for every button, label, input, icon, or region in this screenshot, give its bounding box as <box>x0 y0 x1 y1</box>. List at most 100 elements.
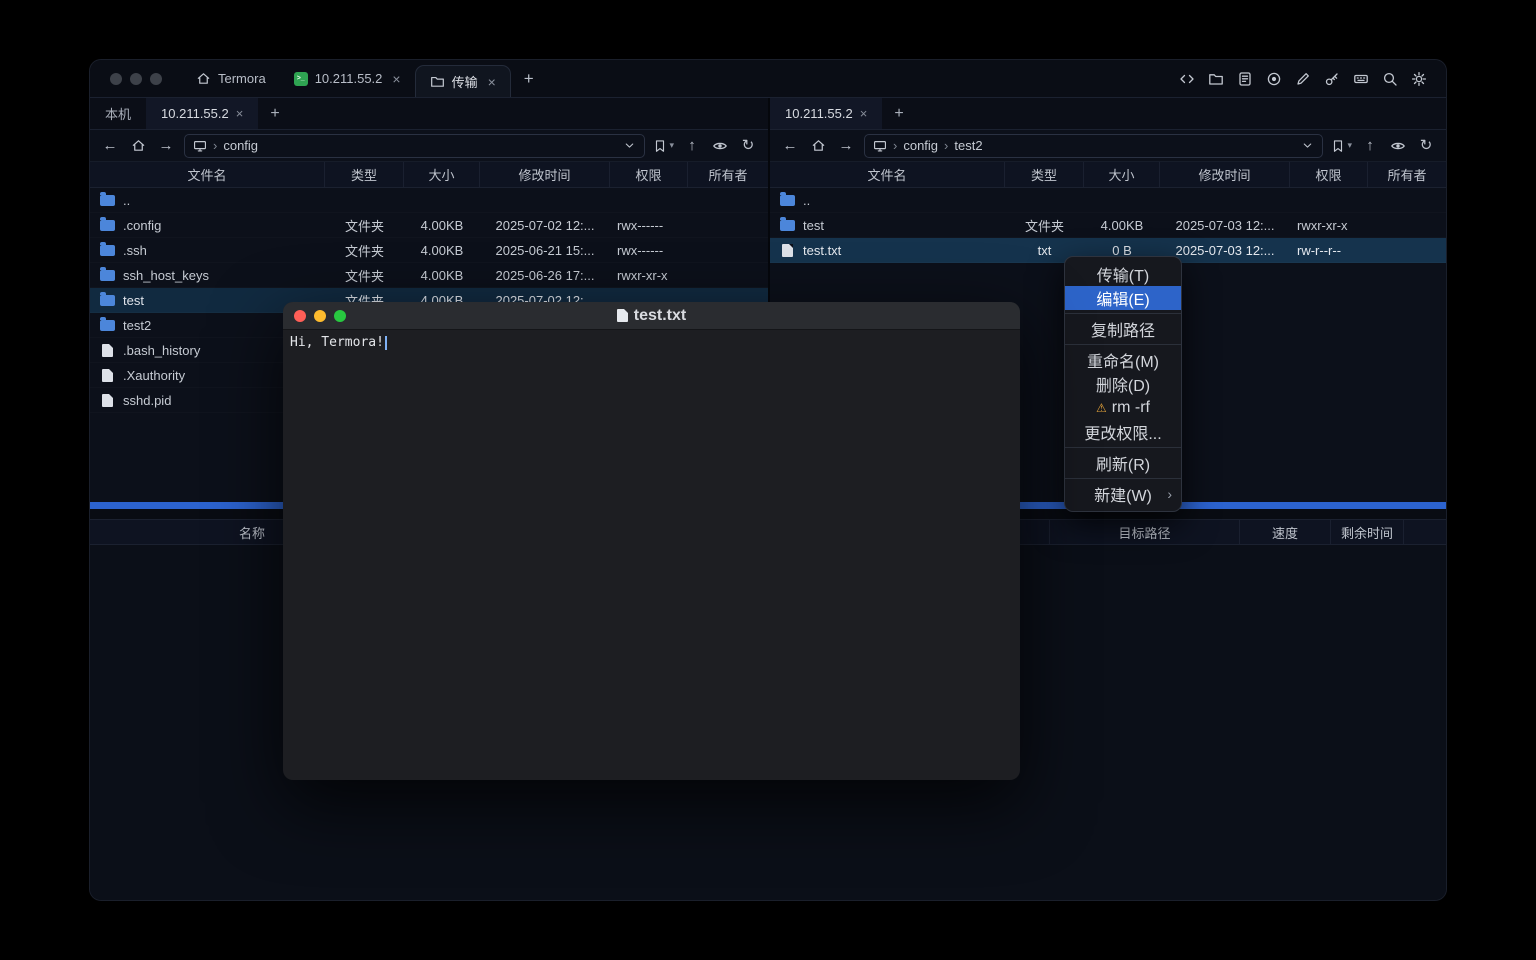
settings-icon[interactable] <box>1410 70 1428 88</box>
forward-icon[interactable]: → <box>156 135 176 157</box>
window-titlebar[interactable]: Termora 10.211.55.2 × 传输 × + <box>90 60 1446 98</box>
left-path-bar[interactable]: › config <box>184 134 645 158</box>
tab-transfer[interactable]: 传输 × <box>415 65 511 97</box>
folder-icon[interactable] <box>1207 70 1225 88</box>
chevron-down-icon[interactable] <box>623 139 636 152</box>
forward-icon[interactable]: → <box>836 135 856 157</box>
col-permissions[interactable]: 权限 <box>1290 162 1368 187</box>
left-tab-local[interactable]: 本机 <box>90 98 146 129</box>
refresh-icon[interactable]: ↻ <box>1416 135 1436 157</box>
menu-item-transfer[interactable]: 传输(T) <box>1065 262 1181 286</box>
close-tab-icon[interactable]: × <box>236 106 244 121</box>
path-segment[interactable]: config <box>903 138 938 153</box>
col-modified[interactable]: 修改时间 <box>480 162 610 187</box>
col-type[interactable]: 类型 <box>1005 162 1084 187</box>
keyboard-icon[interactable] <box>1352 70 1370 88</box>
file-icon <box>102 394 113 407</box>
col-size[interactable]: 大小 <box>1084 162 1160 187</box>
col-filename[interactable]: 文件名 <box>90 162 325 187</box>
close-window-button[interactable] <box>110 73 122 85</box>
menu-item-delete[interactable]: 删除(D) <box>1065 372 1181 396</box>
col-size[interactable]: 大小 <box>404 162 480 187</box>
menu-item-label: 传输(T) <box>1097 262 1149 286</box>
file-name: .config <box>123 218 161 233</box>
tab-label: 10.211.55.2 <box>315 71 383 86</box>
editor-minimize-button[interactable] <box>314 310 326 322</box>
file-modified: 2025-06-21 15:... <box>480 243 610 258</box>
tab-ssh-session[interactable]: 10.211.55.2 × <box>280 60 415 97</box>
minimize-window-button[interactable] <box>130 73 142 85</box>
transfer-col-target-path[interactable]: 目标路径 <box>1050 520 1240 544</box>
new-tab-button[interactable]: + <box>511 60 547 97</box>
upload-icon[interactable]: ↑ <box>1360 135 1380 157</box>
menu-item-copy-path[interactable]: 复制路径 <box>1065 317 1181 341</box>
col-filename[interactable]: 文件名 <box>770 162 1005 187</box>
refresh-icon[interactable]: ↻ <box>738 135 758 157</box>
file-row[interactable]: ssh_host_keys 文件夹 4.00KB 2025-06-26 17:.… <box>90 263 768 288</box>
file-row[interactable]: .. <box>770 188 1446 213</box>
menu-item-rm-rf[interactable]: ⚠rm -rf <box>1065 396 1181 420</box>
menu-item-new[interactable]: 新建(W)› <box>1065 482 1181 506</box>
menu-item-edit[interactable]: 编辑(E) <box>1065 286 1181 310</box>
col-type[interactable]: 类型 <box>325 162 404 187</box>
path-segment[interactable]: test2 <box>954 138 982 153</box>
file-size: 4.00KB <box>404 218 480 233</box>
tab-label: Termora <box>218 71 266 86</box>
path-segment[interactable]: config <box>223 138 258 153</box>
file-row[interactable]: .ssh 文件夹 4.00KB 2025-06-21 15:... rwx---… <box>90 238 768 263</box>
col-owner[interactable]: 所有者 <box>688 162 768 187</box>
file-icon <box>617 309 628 322</box>
menu-item-change-permissions[interactable]: 更改权限... <box>1065 420 1181 444</box>
computer-icon <box>873 139 887 153</box>
search-icon[interactable] <box>1381 70 1399 88</box>
file-row[interactable]: test 文件夹 4.00KB 2025-07-03 12:... rwxr-x… <box>770 213 1446 238</box>
file-modified: 2025-06-26 17:... <box>480 268 610 283</box>
col-modified[interactable]: 修改时间 <box>1160 162 1290 187</box>
bookmark-button[interactable]: ▾ <box>1331 135 1352 157</box>
key-icon[interactable] <box>1323 70 1341 88</box>
close-tab-icon[interactable]: × <box>392 71 400 87</box>
back-icon[interactable]: ← <box>100 135 120 157</box>
close-tab-icon[interactable]: × <box>488 74 496 90</box>
editor-close-button[interactable] <box>294 310 306 322</box>
file-type: 文件夹 <box>325 241 404 260</box>
editor-window: test.txt Hi, Termora! <box>283 302 1020 780</box>
editor-zoom-button[interactable] <box>334 310 346 322</box>
right-add-tab-button[interactable]: + <box>882 98 915 129</box>
menu-item-refresh[interactable]: 刷新(R) <box>1065 451 1181 475</box>
file-name: test <box>123 293 144 308</box>
warning-icon: ⚠ <box>1096 401 1107 415</box>
editor-titlebar[interactable]: test.txt <box>283 302 1020 330</box>
file-name: .ssh <box>123 243 147 258</box>
right-path-bar[interactable]: › config › test2 <box>864 134 1323 158</box>
editor-content[interactable]: Hi, Termora! <box>283 330 1020 780</box>
home-icon[interactable] <box>128 135 148 157</box>
close-tab-icon[interactable]: × <box>860 106 868 121</box>
file-row[interactable]: .. <box>90 188 768 213</box>
left-tab-remote[interactable]: 10.211.55.2 × <box>146 98 258 129</box>
log-icon[interactable] <box>1236 70 1254 88</box>
bookmark-button[interactable]: ▾ <box>653 135 674 157</box>
edit-icon[interactable] <box>1294 70 1312 88</box>
code-icon[interactable] <box>1178 70 1196 88</box>
file-row[interactable]: .config 文件夹 4.00KB 2025-07-02 12:... rwx… <box>90 213 768 238</box>
transfer-col-remaining-time[interactable]: 剩余时间 <box>1331 520 1404 544</box>
menu-item-label: 更改权限... <box>1084 420 1161 444</box>
right-panel-tabs: 10.211.55.2 × + <box>770 98 1446 130</box>
left-add-tab-button[interactable]: + <box>258 98 291 129</box>
col-owner[interactable]: 所有者 <box>1368 162 1446 187</box>
show-hidden-icon[interactable] <box>1388 135 1408 157</box>
menu-item-label: 重命名(M) <box>1087 348 1159 372</box>
home-icon[interactable] <box>808 135 828 157</box>
record-icon[interactable] <box>1265 70 1283 88</box>
transfer-col-speed[interactable]: 速度 <box>1240 520 1331 544</box>
right-tab-remote[interactable]: 10.211.55.2 × <box>770 98 882 129</box>
zoom-window-button[interactable] <box>150 73 162 85</box>
tab-termora-home[interactable]: Termora <box>182 60 280 97</box>
back-icon[interactable]: ← <box>780 135 800 157</box>
col-permissions[interactable]: 权限 <box>610 162 688 187</box>
menu-item-rename[interactable]: 重命名(M) <box>1065 348 1181 372</box>
show-hidden-icon[interactable] <box>710 135 730 157</box>
upload-icon[interactable]: ↑ <box>682 135 702 157</box>
chevron-down-icon[interactable] <box>1301 139 1314 152</box>
